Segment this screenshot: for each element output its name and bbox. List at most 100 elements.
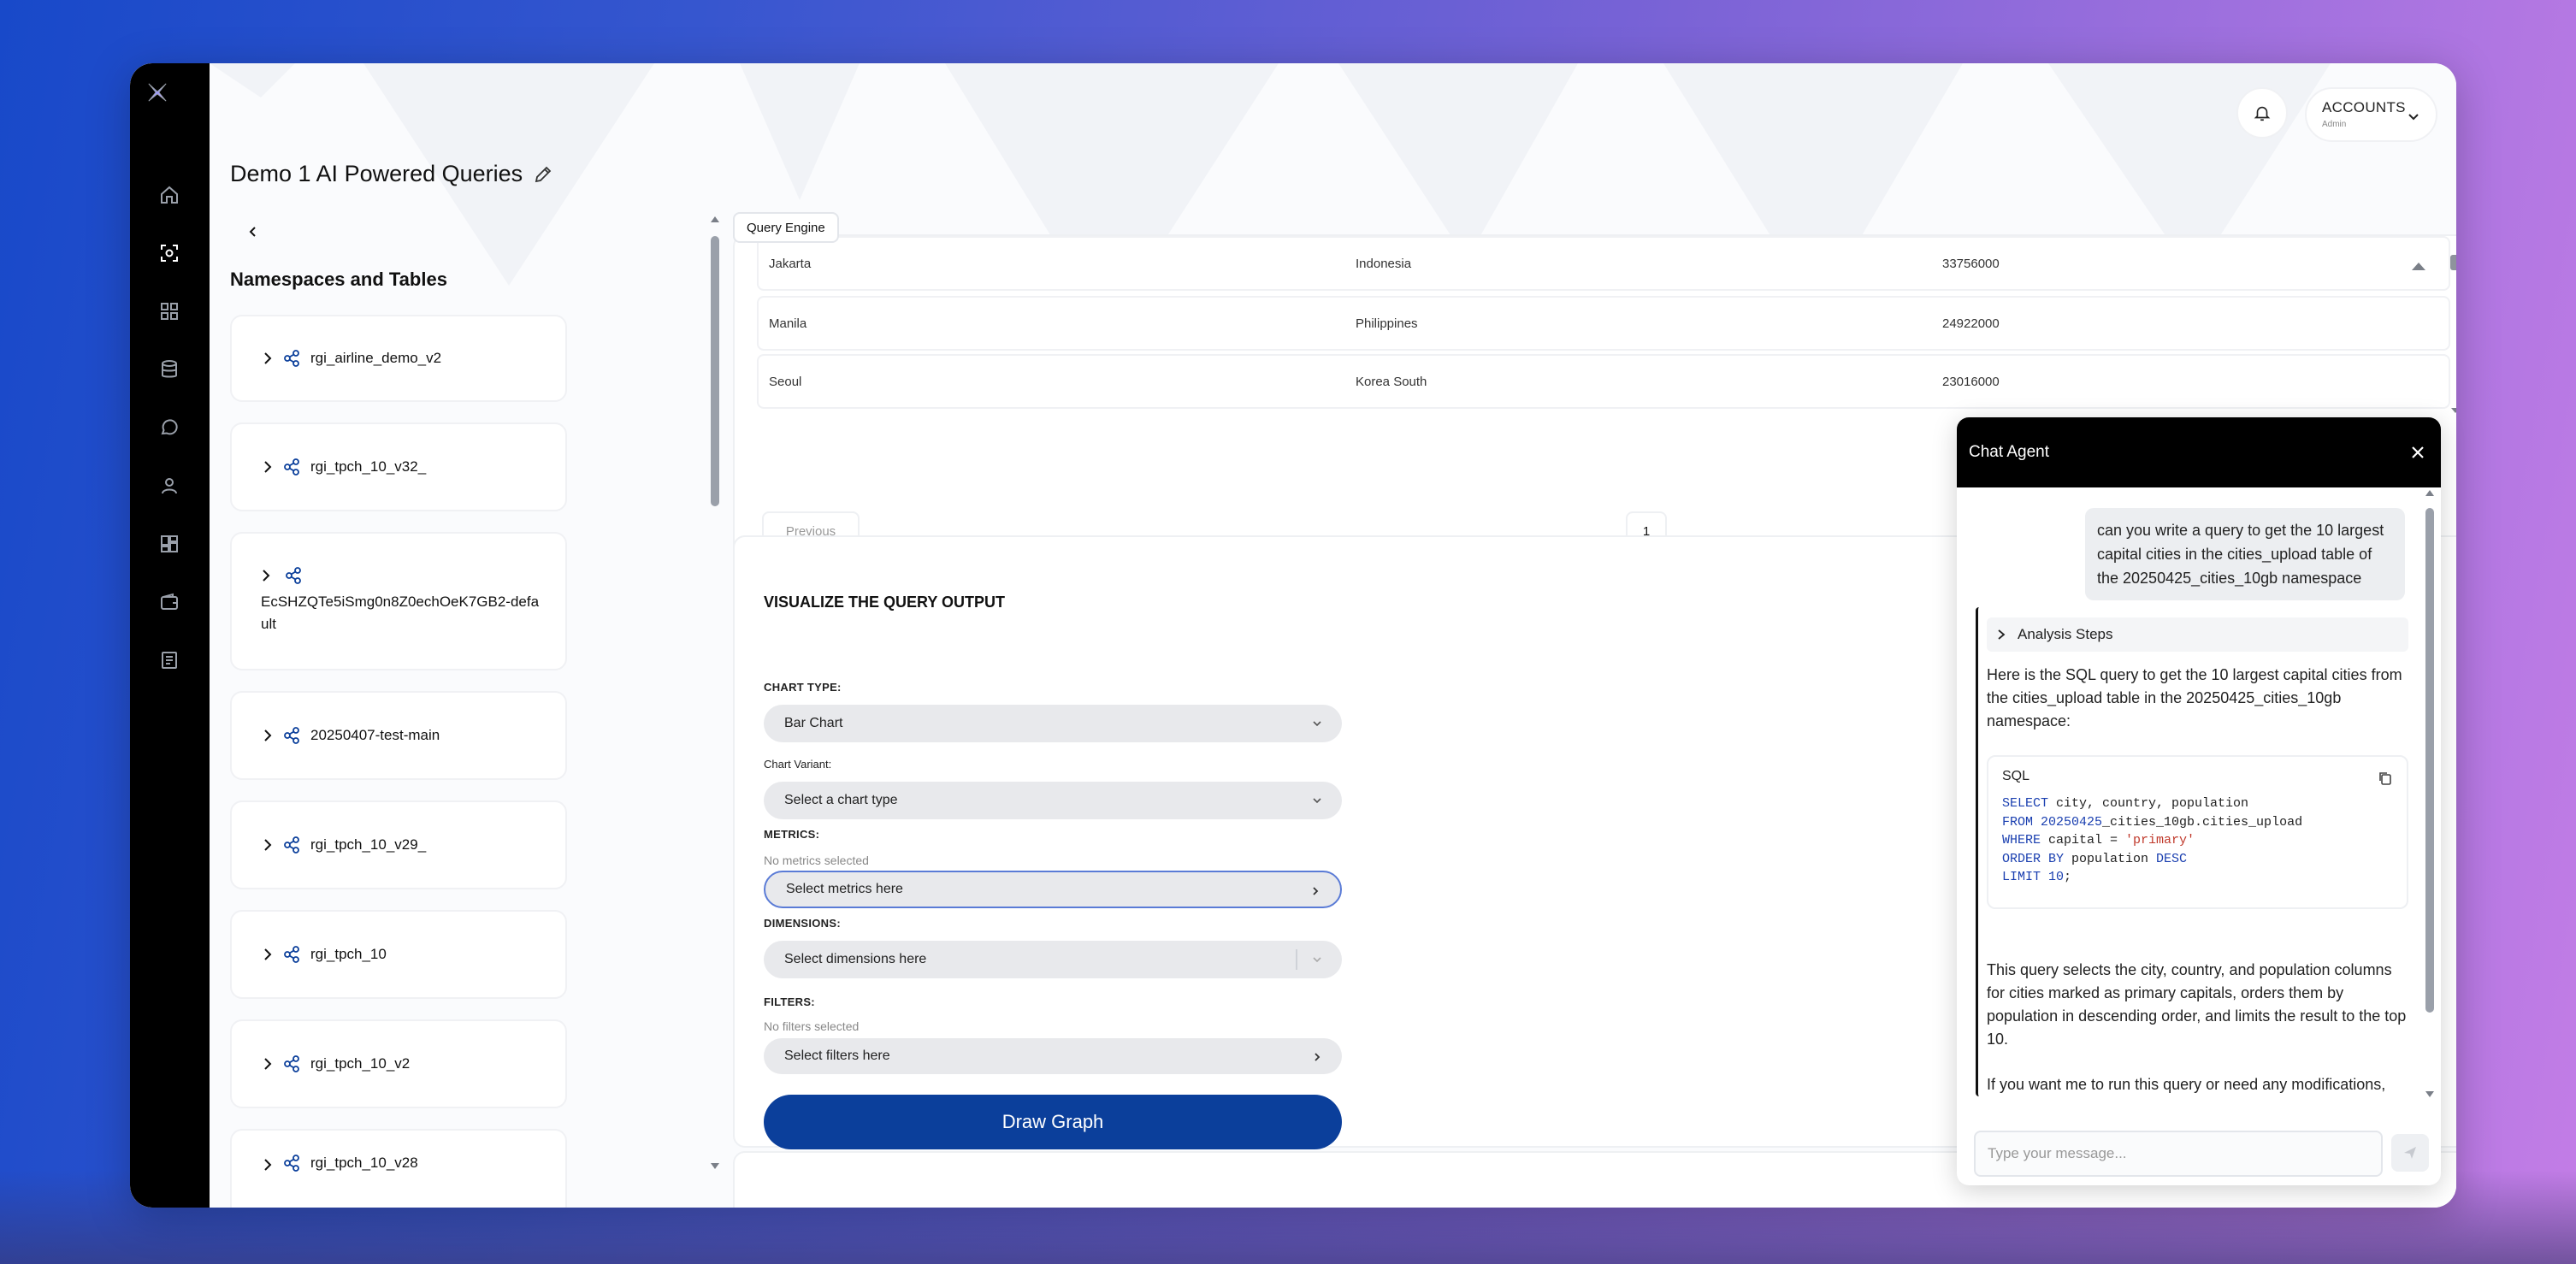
scroll-down-arrow-icon[interactable] xyxy=(2450,407,2456,414)
namespace-item[interactable]: rgi_tpch_10_v2 xyxy=(230,1019,567,1108)
accounts-menu[interactable]: ACCOUNTS Admin xyxy=(2305,87,2437,142)
chat-message-input[interactable]: Type your message... xyxy=(1974,1131,2383,1177)
namespace-item[interactable]: rgi_tpch_10 xyxy=(230,910,567,999)
namespace-list: rgi_airline_demo_v2 rgi_tpch_10_v32_ EcS… xyxy=(230,315,567,1208)
cell-population: 24922000 xyxy=(1942,316,2000,331)
chevron-right-icon xyxy=(264,461,272,473)
sql-code-block: SQL SELECT city, country, population FRO… xyxy=(1987,755,2408,909)
table-row: Seoul Korea South 23016000 xyxy=(757,354,2450,409)
chevron-down-icon xyxy=(1313,798,1321,804)
chevron-right-icon xyxy=(264,352,272,364)
dimensions-select[interactable]: Select dimensions here xyxy=(764,941,1342,978)
chart-type-select[interactable]: Bar Chart xyxy=(764,705,1342,742)
main-scroll-up[interactable] xyxy=(2409,260,2428,294)
report-icon[interactable] xyxy=(157,648,181,672)
edit-pencil-icon[interactable] xyxy=(533,164,553,185)
share-nodes-icon xyxy=(286,567,301,584)
scrollbar-thumb[interactable] xyxy=(2425,508,2434,1013)
chat-header: Chat Agent xyxy=(1957,417,2441,487)
chevron-down-icon xyxy=(1313,721,1321,727)
user-icon[interactable] xyxy=(157,474,181,498)
chevron-right-icon xyxy=(264,948,272,960)
nav-rail xyxy=(130,63,210,1208)
chevron-right-icon xyxy=(1998,629,2006,640)
namespace-name: rgi_tpch_10_v28 xyxy=(310,1155,418,1171)
share-nodes-icon xyxy=(284,458,299,475)
table-row: Manila Philippines 24922000 xyxy=(757,296,2450,351)
notifications-button[interactable] xyxy=(2236,87,2288,139)
chart-type-label: CHART TYPE: xyxy=(764,681,842,694)
select-divider xyxy=(1296,949,1297,970)
back-button[interactable] xyxy=(240,219,266,245)
chat-icon[interactable] xyxy=(157,416,181,440)
database-icon[interactable] xyxy=(157,357,181,381)
chevron-right-icon xyxy=(264,1058,272,1070)
scrollbar-thumb[interactable] xyxy=(711,236,719,506)
share-nodes-icon xyxy=(284,350,299,367)
scroll-up-arrow-icon xyxy=(2412,263,2425,270)
filters-label: FILTERS: xyxy=(764,995,815,1008)
widgets-icon[interactable] xyxy=(157,532,181,556)
agent-followup-text: If you want me to run this query or need… xyxy=(1987,1075,2386,1093)
account-label: ACCOUNTS xyxy=(2322,99,2406,115)
chart-type-value: Bar Chart xyxy=(784,716,843,730)
page-title: Demo 1 AI Powered Queries xyxy=(230,161,553,187)
chevron-right-icon xyxy=(264,729,272,741)
chevron-left-icon xyxy=(249,227,256,237)
cell-population: 23016000 xyxy=(1942,375,2000,389)
namespace-item[interactable]: EcSHZQTe5iSmg0n8Z0echOeK7GB2-default xyxy=(230,532,567,670)
namespace-item[interactable]: rgi_tpch_10_v28 xyxy=(230,1129,567,1208)
share-nodes-icon xyxy=(284,727,299,744)
chat-messages: can you write a query to get the 10 larg… xyxy=(1957,487,2441,1098)
dashboard-icon[interactable] xyxy=(157,299,181,323)
wallet-icon[interactable] xyxy=(157,590,181,614)
copy-icon[interactable] xyxy=(2378,771,2393,786)
home-icon[interactable] xyxy=(157,183,181,207)
scroll-up-arrow-icon[interactable] xyxy=(709,214,721,224)
cell-country: Indonesia xyxy=(1356,257,1412,271)
chevron-right-icon xyxy=(263,570,270,582)
namespace-item[interactable]: rgi_tpch_10_v32_ xyxy=(230,422,567,511)
close-icon[interactable] xyxy=(2408,443,2427,462)
send-button[interactable] xyxy=(2391,1134,2429,1172)
metrics-label: METRICS: xyxy=(764,828,820,841)
namespace-item[interactable]: rgi_tpch_10_v29_ xyxy=(230,800,567,889)
cell-city: Jakarta xyxy=(769,257,812,271)
draw-graph-button[interactable]: Draw Graph xyxy=(764,1095,1342,1149)
chevron-right-icon xyxy=(1315,1053,1320,1061)
tab-query-engine[interactable]: Query Engine xyxy=(733,212,839,243)
agent-intro-text: Here is the SQL query to get the 10 larg… xyxy=(1987,666,2402,729)
metrics-select[interactable]: Select metrics here xyxy=(764,871,1342,908)
chat-scrollbar[interactable] xyxy=(2424,487,2436,1100)
namespace-item[interactable]: 20250407-test-main xyxy=(230,691,567,780)
metrics-status: No metrics selected xyxy=(764,853,869,867)
x-logo-icon[interactable] xyxy=(147,82,192,127)
chevron-right-icon xyxy=(264,839,272,851)
results-scrollbar[interactable] xyxy=(2450,255,2456,414)
share-nodes-icon xyxy=(284,836,299,853)
namespace-item[interactable]: rgi_airline_demo_v2 xyxy=(230,315,567,402)
filters-status: No filters selected xyxy=(764,1019,860,1033)
scroll-down-arrow-icon[interactable] xyxy=(2424,1090,2436,1100)
cell-country: Philippines xyxy=(1356,316,1418,331)
query-scan-icon[interactable] xyxy=(157,241,181,265)
analysis-steps-toggle[interactable]: Analysis Steps xyxy=(1987,617,2408,652)
share-nodes-icon xyxy=(284,1155,299,1172)
chevron-down-icon xyxy=(1313,957,1321,963)
scrollbar-thumb[interactable] xyxy=(2450,255,2456,270)
namespace-name: rgi_airline_demo_v2 xyxy=(310,350,442,366)
chevron-right-icon xyxy=(1313,887,1319,895)
chevron-right-icon xyxy=(264,1159,272,1171)
scroll-down-arrow-icon[interactable] xyxy=(709,1161,721,1172)
agent-message: Analysis Steps Here is the SQL query to … xyxy=(1976,607,2408,1096)
dimensions-label: DIMENSIONS: xyxy=(764,917,841,930)
scroll-up-arrow-icon[interactable] xyxy=(2424,487,2436,498)
chart-variant-select[interactable]: Select a chart type xyxy=(764,782,1342,819)
table-row: Jakarta Indonesia 33756000 xyxy=(757,236,2450,291)
cell-city: Manila xyxy=(769,316,807,331)
dimensions-placeholder: Select dimensions here xyxy=(784,952,927,966)
cell-city: Seoul xyxy=(769,375,802,389)
namespace-scrollbar[interactable] xyxy=(709,214,721,1172)
filters-select[interactable]: Select filters here xyxy=(764,1038,1342,1074)
namespace-name: EcSHZQTe5iSmg0n8Z0echOeK7GB2-default xyxy=(261,594,540,632)
